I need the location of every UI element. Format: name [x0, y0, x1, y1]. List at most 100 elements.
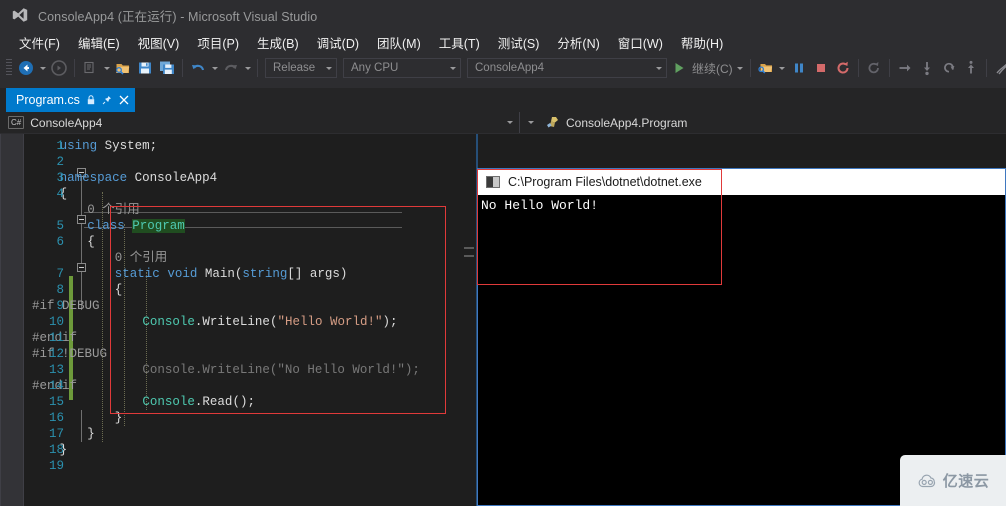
menu-item-window[interactable]: 窗口(W)	[609, 31, 672, 54]
line-number: 5	[56, 219, 64, 233]
menu-item-help[interactable]: 帮助(H)	[672, 31, 732, 54]
line-number: 10	[48, 315, 64, 329]
menu-item-build[interactable]: 生成(B)	[248, 31, 308, 54]
line-number: 6	[56, 235, 64, 249]
member-dropdown[interactable]: ConsoleApp4.Program	[520, 112, 693, 133]
new-project-icon[interactable]	[79, 57, 101, 79]
menu-bar: 文件(F) 编辑(E) 视图(V) 项目(P) 生成(B) 调试(D) 团队(M…	[0, 30, 1006, 54]
navigate-back-dropdown[interactable]	[37, 57, 48, 79]
console-title-bar[interactable]: C:\Program Files\dotnet\dotnet.exe	[478, 169, 1005, 195]
line-number: 12	[48, 347, 64, 361]
project-dropdown[interactable]: C# ConsoleApp4	[0, 112, 520, 133]
code-token: [] args)	[287, 267, 348, 281]
console-output-area[interactable]: No Hello World!	[478, 195, 1005, 214]
restart-icon[interactable]	[832, 57, 854, 79]
code-token: Console	[142, 395, 195, 409]
chevron-down-icon	[528, 121, 534, 124]
tab-title: Program.cs	[16, 93, 80, 107]
line-number: 1	[56, 139, 64, 153]
redo-dropdown[interactable]	[242, 57, 253, 79]
collapse-toggle-method[interactable]	[77, 263, 86, 272]
close-icon[interactable]	[119, 95, 129, 105]
stop-icon[interactable]	[810, 57, 832, 79]
pin-icon[interactable]	[102, 95, 112, 105]
line-number: 9	[56, 299, 64, 313]
toolbar-separator	[749, 59, 751, 77]
line-number: 7	[56, 267, 64, 281]
configuration-dropdown[interactable]: Release	[265, 58, 337, 78]
code-token: "Hello World!"	[277, 315, 383, 329]
chevron-down-icon	[326, 66, 332, 70]
code-token: System	[104, 139, 150, 153]
scroll-marker	[464, 247, 474, 249]
continue-button-label[interactable]: 继续(C)	[688, 60, 735, 77]
toolbar-grip[interactable]	[6, 59, 12, 77]
csharp-icon: C#	[8, 116, 25, 129]
continue-dropdown[interactable]	[735, 57, 746, 79]
structure-guide	[81, 176, 82, 310]
toolbar-separator	[857, 59, 859, 77]
document-tab-program-cs[interactable]: Program.cs	[6, 88, 135, 112]
line-number: 17	[48, 427, 64, 441]
menu-item-test[interactable]: 测试(S)	[489, 31, 549, 54]
menu-item-tools[interactable]: 工具(T)	[430, 31, 489, 54]
undo-dropdown[interactable]	[209, 57, 220, 79]
step-out-icon[interactable]	[938, 57, 960, 79]
standard-toolbar: Release Any CPU ConsoleApp4 继续(C)	[0, 54, 1006, 82]
code-token: WriteLine	[202, 315, 270, 329]
save-icon[interactable]	[134, 57, 156, 79]
step-into-icon[interactable]	[916, 57, 938, 79]
attach-dropdown[interactable]	[777, 57, 788, 79]
line-number: 19	[48, 459, 64, 473]
menu-item-edit[interactable]: 编辑(E)	[69, 31, 129, 54]
console-output-line: No Hello World!	[481, 198, 599, 213]
cloud-icon	[917, 474, 939, 488]
code-token: Console	[142, 315, 195, 329]
attach-to-process-icon[interactable]	[755, 57, 777, 79]
menu-item-team[interactable]: 团队(M)	[368, 31, 430, 54]
lock-icon[interactable]	[87, 95, 95, 105]
code-token: Program	[132, 219, 185, 233]
project-name: ConsoleApp4	[30, 115, 103, 130]
watermark: 亿速云	[900, 455, 1006, 506]
startup-project-dropdown[interactable]: ConsoleApp4	[467, 58, 667, 78]
code-text-area[interactable]: using System; namespace ConsoleApp4{0 个引用…	[24, 134, 476, 506]
code-token: class	[87, 219, 125, 233]
watermark-text: 亿速云	[942, 473, 990, 490]
code-token: static	[114, 267, 160, 281]
open-file-icon[interactable]	[112, 57, 134, 79]
chevron-down-icon	[507, 121, 513, 124]
start-debug-icon[interactable]	[670, 57, 688, 79]
menu-item-debug[interactable]: 调试(D)	[308, 31, 368, 54]
step-over-icon[interactable]	[894, 57, 916, 79]
new-project-dropdown[interactable]	[101, 57, 112, 79]
scroll-marker	[464, 255, 474, 257]
console-title-text: C:\Program Files\dotnet\dotnet.exe	[508, 175, 702, 189]
toolbar-separator	[888, 59, 890, 77]
menu-item-file[interactable]: 文件(F)	[10, 31, 69, 54]
code-token: 0 个引用	[87, 203, 140, 217]
code-token: Read	[202, 395, 233, 409]
pause-icon[interactable]	[788, 57, 810, 79]
code-token: string	[242, 267, 288, 281]
menu-item-view[interactable]: 视图(V)	[129, 31, 189, 54]
toolbar-separator	[257, 59, 258, 77]
line-number: 16	[48, 411, 64, 425]
save-all-icon[interactable]	[156, 57, 178, 79]
redo-icon[interactable]	[220, 57, 242, 79]
code-token: Main	[204, 267, 235, 281]
code-token: 0 个引用	[114, 251, 168, 265]
navigate-forward-icon[interactable]	[48, 57, 70, 79]
undo-icon[interactable]	[187, 57, 209, 79]
menu-item-analyze[interactable]: 分析(N)	[548, 31, 608, 54]
menu-item-project[interactable]: 项目(P)	[188, 31, 248, 54]
restart-app-icon[interactable]	[863, 57, 885, 79]
navigate-back-icon[interactable]	[15, 57, 37, 79]
chevron-down-icon	[656, 66, 662, 70]
cmd-window-icon	[486, 176, 500, 188]
thread-window-icon[interactable]	[991, 57, 1006, 79]
document-tab-strip: Program.cs	[0, 88, 1006, 112]
platform-dropdown[interactable]: Any CPU	[343, 58, 461, 78]
show-next-statement-icon[interactable]	[960, 57, 982, 79]
